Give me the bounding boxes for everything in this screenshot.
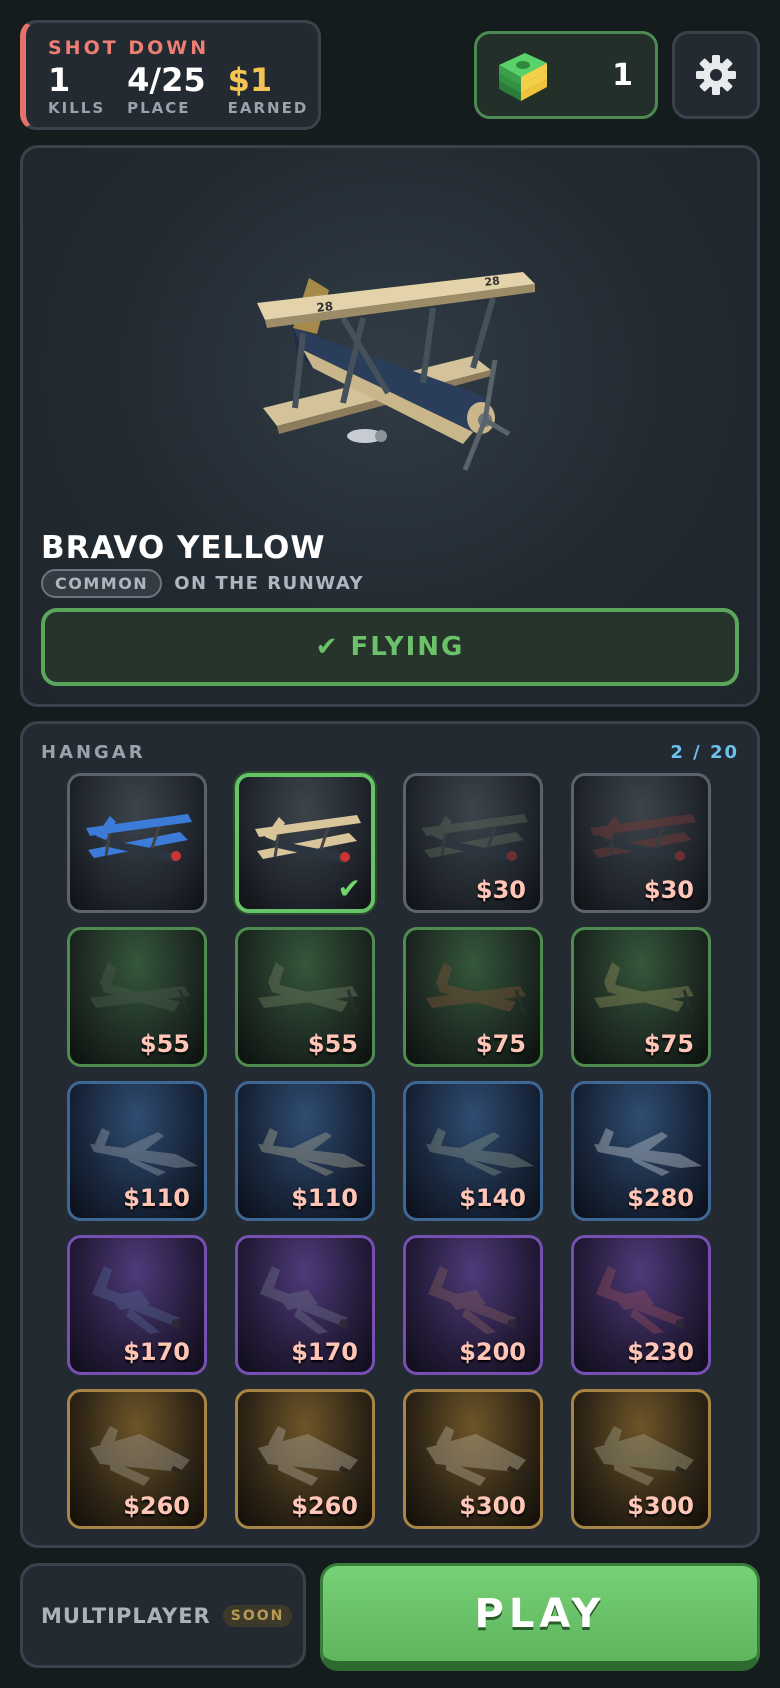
hangar-slot[interactable]: $260 bbox=[235, 1389, 375, 1529]
plane-thumbnail bbox=[260, 1266, 349, 1334]
hangar-slot[interactable]: $170 bbox=[67, 1235, 207, 1375]
plane-price: $280 bbox=[627, 1184, 694, 1212]
plane-thumbnail bbox=[422, 814, 528, 862]
plane-price: $55 bbox=[307, 1030, 358, 1058]
hangar-slot[interactable]: $110 bbox=[235, 1081, 375, 1221]
plane-thumbnail bbox=[255, 815, 361, 863]
hangar-slot[interactable]: $230 bbox=[571, 1235, 711, 1375]
plane-price: $200 bbox=[459, 1338, 526, 1366]
plane-price: $260 bbox=[291, 1492, 358, 1520]
plane-thumbnail bbox=[90, 1426, 198, 1486]
plane-price: $140 bbox=[459, 1184, 526, 1212]
hangar-slot[interactable]: $260 bbox=[67, 1389, 207, 1529]
plane-price: $110 bbox=[291, 1184, 358, 1212]
hangar-slot[interactable]: $30 bbox=[403, 773, 543, 913]
plane-thumbnail bbox=[90, 962, 190, 1015]
cash-counter[interactable]: 1 bbox=[474, 31, 658, 119]
plane-status: ON THE RUNWAY bbox=[174, 573, 365, 594]
multiplayer-label: MULTIPLAYER bbox=[41, 1603, 211, 1628]
hangar-slot[interactable]: $300 bbox=[571, 1389, 711, 1529]
plane-thumbnail bbox=[90, 1128, 198, 1176]
plane-thumbnail bbox=[426, 962, 526, 1015]
plane-price: $110 bbox=[123, 1184, 190, 1212]
hangar-slot[interactable]: $170 bbox=[235, 1235, 375, 1375]
hangar-slot[interactable]: $300 bbox=[403, 1389, 543, 1529]
hangar-slot[interactable]: $30 bbox=[571, 773, 711, 913]
kills-stat: 1 KILLS bbox=[48, 63, 105, 117]
plane-thumbnail bbox=[590, 814, 696, 862]
hangar-count: 2 / 20 bbox=[670, 742, 739, 763]
hangar-slot[interactable]: $75 bbox=[403, 927, 543, 1067]
play-button[interactable]: PLAY bbox=[320, 1563, 760, 1671]
hangar-slot[interactable]: $140 bbox=[403, 1081, 543, 1221]
cash-stack-icon bbox=[499, 53, 547, 101]
plane-thumbnail bbox=[258, 1128, 366, 1176]
plane-price: $300 bbox=[459, 1492, 526, 1520]
biplane-preview-image: 28 28 bbox=[257, 272, 535, 471]
plane-thumbnail bbox=[594, 962, 694, 1015]
cash-value: 1 bbox=[612, 58, 633, 93]
hangar-slot[interactable]: $75 bbox=[571, 927, 711, 1067]
place-value: 4/25 bbox=[127, 61, 206, 99]
plane-price: $170 bbox=[291, 1338, 358, 1366]
place-label: PLACE bbox=[127, 99, 191, 117]
plane-price: $75 bbox=[475, 1030, 526, 1058]
earned-label: EARNED bbox=[227, 99, 309, 117]
flying-button[interactable]: ✔ FLYING bbox=[41, 608, 739, 686]
settings-button[interactable] bbox=[672, 31, 760, 119]
svg-text:28: 28 bbox=[484, 274, 501, 289]
plane-price: $75 bbox=[643, 1030, 694, 1058]
earned-stat: $1 EARNED bbox=[228, 63, 309, 117]
hangar-slot[interactable]: $110 bbox=[67, 1081, 207, 1221]
plane-thumbnail bbox=[594, 1426, 702, 1486]
shot-down-stats: SHOT DOWN 1 KILLS 4/25 PLACE $1 EARNED bbox=[20, 20, 321, 130]
plane-price: $300 bbox=[627, 1492, 694, 1520]
rarity-badge: COMMON bbox=[41, 569, 163, 598]
earned-value: $1 bbox=[227, 61, 273, 99]
plane-preview-panel: 28 28 BRAVO YELLOW COMMON ON THE RUNWAY … bbox=[20, 145, 760, 707]
hangar-title: HANGAR bbox=[41, 742, 146, 763]
plane-thumbnail bbox=[596, 1266, 685, 1334]
plane-thumbnail bbox=[86, 814, 192, 862]
svg-text:28: 28 bbox=[316, 299, 334, 315]
hangar-panel: HANGAR 2 / 20 ✔ $30 $30 $55 $55 $75 $75 $110 $11… bbox=[20, 721, 760, 1548]
plane-thumbnail bbox=[258, 962, 358, 1015]
multiplayer-button[interactable]: MULTIPLAYER SOON bbox=[20, 1563, 306, 1668]
plane-price: $230 bbox=[627, 1338, 694, 1366]
place-stat: 4/25 PLACE bbox=[127, 63, 205, 117]
kills-value: 1 bbox=[48, 61, 71, 99]
plane-price: $260 bbox=[123, 1492, 190, 1520]
plane-price: $30 bbox=[643, 876, 694, 904]
soon-badge: SOON bbox=[222, 1604, 293, 1627]
hangar-slot[interactable]: $280 bbox=[571, 1081, 711, 1221]
plane-price: $170 bbox=[123, 1338, 190, 1366]
plane-thumbnail bbox=[428, 1266, 517, 1334]
kills-label: KILLS bbox=[48, 99, 106, 117]
gear-icon bbox=[696, 55, 736, 95]
plane-thumbnail bbox=[426, 1426, 534, 1486]
hangar-slot[interactable]: $200 bbox=[403, 1235, 543, 1375]
plane-thumbnail bbox=[258, 1426, 366, 1486]
plane-price: $30 bbox=[475, 876, 526, 904]
hangar-slot[interactable] bbox=[67, 773, 207, 913]
stats-title: SHOT DOWN bbox=[48, 37, 210, 59]
plane-name: BRAVO YELLOW bbox=[41, 530, 326, 566]
plane-thumbnail bbox=[426, 1128, 534, 1176]
plane-thumbnail bbox=[594, 1128, 702, 1176]
hangar-slot[interactable]: ✔ bbox=[235, 773, 375, 913]
hangar-slot[interactable]: $55 bbox=[235, 927, 375, 1067]
hangar-slot[interactable]: $55 bbox=[67, 927, 207, 1067]
selected-check-icon: ✔ bbox=[337, 872, 361, 905]
plane-thumbnail bbox=[92, 1266, 181, 1334]
plane-price: $55 bbox=[139, 1030, 190, 1058]
